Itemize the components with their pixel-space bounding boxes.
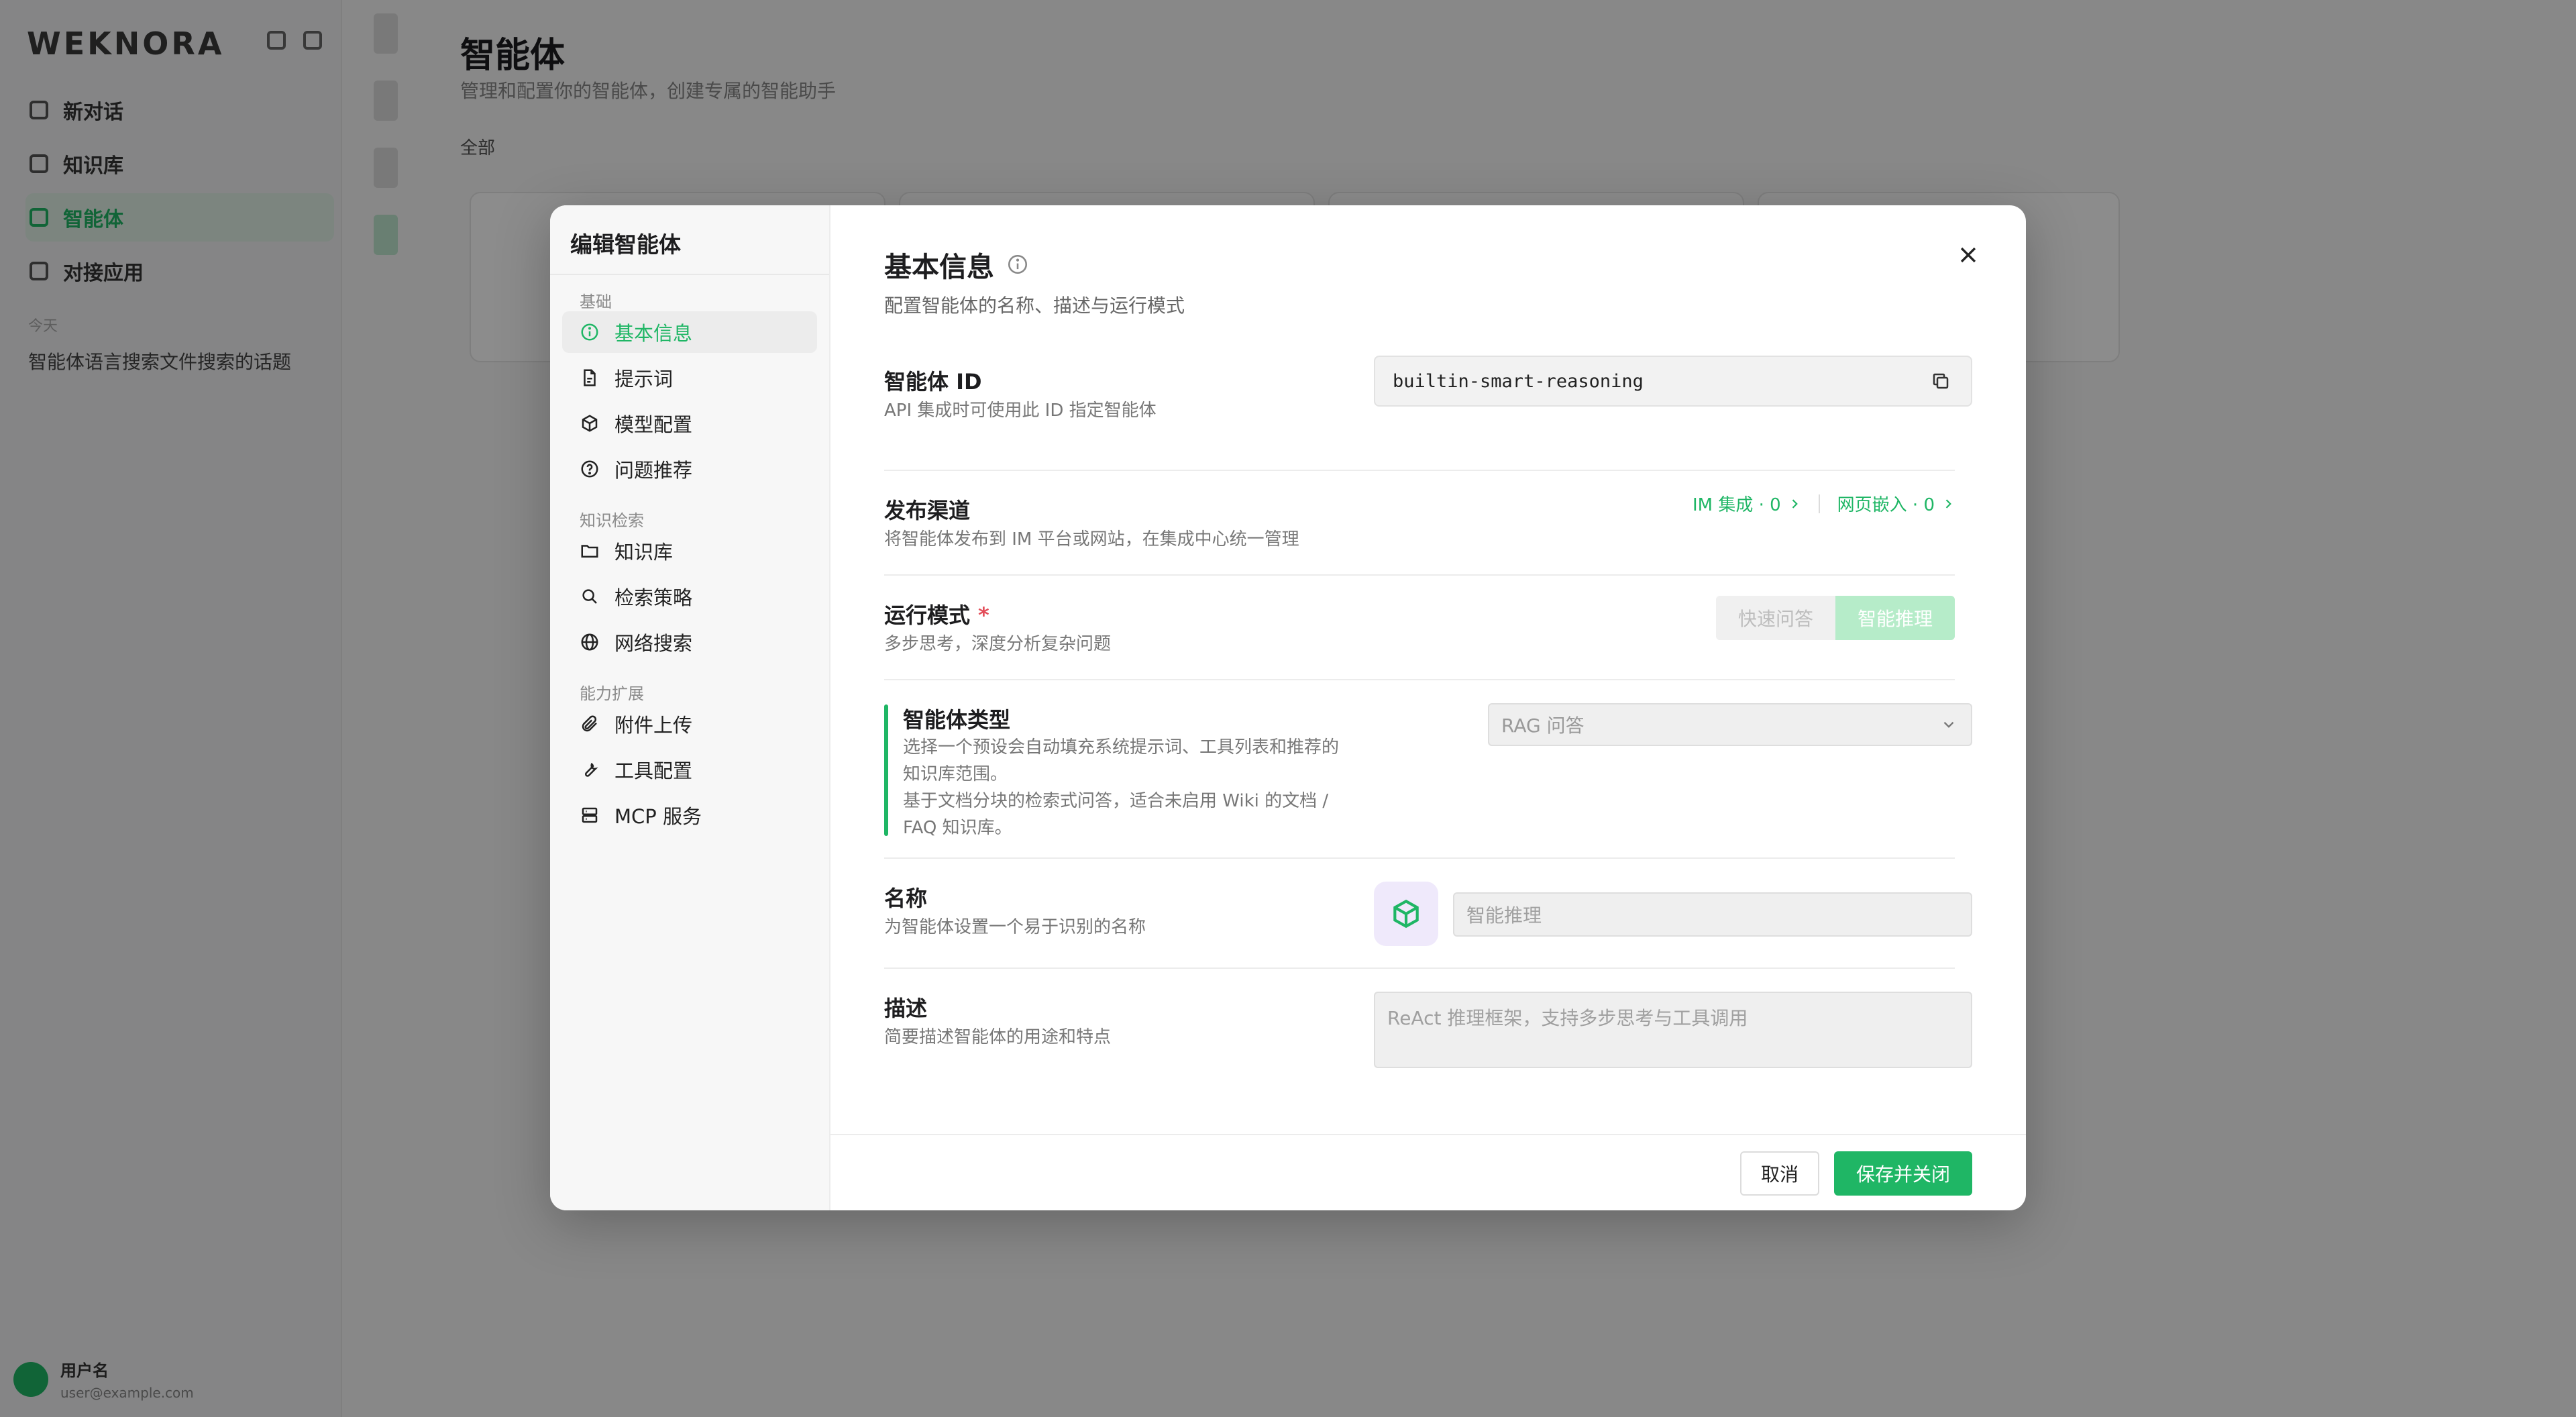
nav-item-label: 工具配置 <box>614 759 693 782</box>
mode-toggle: 快速问答 智能推理 <box>1716 596 1955 640</box>
chevron-right-icon <box>1945 498 1951 509</box>
nav-item-label: 网络搜索 <box>614 632 693 655</box>
mode-desc: 多步思考，深度分析复杂问题 <box>884 634 1112 654</box>
nav-item-label: MCP 服务 <box>614 805 702 828</box>
chevron-right-icon <box>1792 498 1798 509</box>
im-integration-link[interactable]: IM 集成 · 0 <box>1693 491 1801 516</box>
mode-option-reasoning[interactable]: 智能推理 <box>1835 596 1955 640</box>
wrench-icon <box>584 762 598 777</box>
mode-option-quick[interactable]: 快速问答 <box>1716 596 1835 640</box>
mode-label: 运行模式 <box>884 602 971 628</box>
channels-row: 发布渠道 将智能体发布到 IM 平台或网站，在集成中心统一管理 IM 集成 · … <box>884 471 1955 576</box>
modal-footer: 取消 保存并关闭 <box>830 1134 2026 1210</box>
close-button[interactable] <box>1948 235 1988 275</box>
agent-type-desc: 选择一个预设会自动填充系统提示词、工具列表和推荐的 知识库范围。 基于文档分块的… <box>903 737 1340 838</box>
description-desc: 简要描述智能体的用途和特点 <box>884 1027 1112 1047</box>
nav-item-prompt[interactable]: 提示词 <box>562 357 817 399</box>
info-icon <box>581 323 598 341</box>
description-row: 描述 简要描述智能体的用途和特点 ReAct 推理框架，支持多步思考与工具调用 <box>884 969 1972 1096</box>
name-row: 名称 为智能体设置一个易于识别的名称 智能推理 <box>884 859 1972 969</box>
nav-item-suggestions[interactable]: 问题推荐 <box>562 448 817 490</box>
nav-item-label: 提示词 <box>614 368 674 390</box>
agent-type-row: 智能体类型 选择一个预设会自动填充系统提示词、工具列表和推荐的 知识库范围。 基… <box>884 680 1972 859</box>
chevron-down-icon <box>1943 721 1954 728</box>
modal-sidebar: 编辑智能体 基础 基本信息 提示词 模型配置 问题推荐 知识检索 知识库 检索策… <box>550 205 830 1210</box>
nav-item-knowledge-base[interactable]: 知识库 <box>562 530 817 572</box>
nav-item-retrieval-strategy[interactable]: 检索策略 <box>562 576 817 617</box>
section-subtitle: 配置智能体的名称、描述与运行模式 <box>884 295 1185 317</box>
paperclip-icon <box>582 715 597 732</box>
description-textarea[interactable]: ReAct 推理框架，支持多步思考与工具调用 <box>1374 992 1972 1068</box>
cancel-button[interactable]: 取消 <box>1740 1151 1819 1196</box>
info-icon[interactable] <box>1006 253 1029 276</box>
document-icon <box>584 369 596 386</box>
nav-item-attachments[interactable]: 附件上传 <box>562 703 817 745</box>
name-label: 名称 <box>884 886 928 911</box>
nav-item-mcp[interactable]: MCP 服务 <box>562 794 817 836</box>
group-label-extensions: 能力扩展 <box>580 684 644 703</box>
name-desc: 为智能体设置一个易于识别的名称 <box>884 917 1146 937</box>
group-label-basic: 基础 <box>580 293 612 311</box>
agent-type-selected: RAG 问答 <box>1501 715 1585 737</box>
group-label-retrieval: 知识检索 <box>580 511 644 530</box>
nav-item-label: 检索策略 <box>614 586 693 609</box>
agent-id-row: 智能体 ID API 集成时可使用此 ID 指定智能体 builtin-smar… <box>884 356 1972 471</box>
agent-avatar-picker[interactable] <box>1374 882 1438 946</box>
agent-id-desc: API 集成时可使用此 ID 指定智能体 <box>884 401 1157 421</box>
nav-item-label: 基本信息 <box>614 322 693 345</box>
agent-id-field: builtin-smart-reasoning <box>1374 356 1972 407</box>
channels-desc: 将智能体发布到 IM 平台或网站，在集成中心统一管理 <box>884 529 1299 549</box>
name-input[interactable]: 智能推理 <box>1453 892 1972 937</box>
save-and-close-button[interactable]: 保存并关闭 <box>1834 1151 1972 1196</box>
agent-type-select[interactable]: RAG 问答 <box>1488 703 1972 746</box>
copy-icon[interactable] <box>1931 371 1951 391</box>
description-label: 描述 <box>884 996 928 1021</box>
close-icon <box>1960 247 1976 263</box>
mode-row: 运行模式 * 多步思考，深度分析复杂问题 快速问答 智能推理 <box>884 576 1955 680</box>
required-mark: * <box>978 602 989 628</box>
agent-id-value: builtin-smart-reasoning <box>1393 370 1644 392</box>
nav-item-tools[interactable]: 工具配置 <box>562 749 817 790</box>
divider <box>1818 494 1820 513</box>
server-icon <box>582 807 598 823</box>
channels-label: 发布渠道 <box>884 498 971 523</box>
question-icon <box>581 460 598 478</box>
nav-item-basic-info[interactable]: 基本信息 <box>562 311 817 353</box>
nav-item-model-config[interactable]: 模型配置 <box>562 403 817 444</box>
web-embed-link[interactable]: 网页嵌入 · 0 <box>1837 491 1955 516</box>
nav-item-web-search[interactable]: 网络搜索 <box>562 621 817 663</box>
nav-item-label: 知识库 <box>614 541 674 564</box>
globe-icon <box>581 633 598 651</box>
search-icon <box>582 589 597 604</box>
agent-type-label: 智能体类型 <box>903 707 1011 733</box>
folder-icon <box>581 545 598 558</box>
nav-item-label: 问题推荐 <box>614 459 693 482</box>
nav-item-label: 附件上传 <box>614 714 693 737</box>
modal-title: 编辑智能体 <box>550 205 829 275</box>
modal-content-pane: 基本信息 配置智能体的名称、描述与运行模式 智能体 ID API 集成时可使用此… <box>830 205 2026 1210</box>
section-title: 基本信息 <box>884 251 994 283</box>
cube-icon <box>582 415 598 432</box>
nav-item-label: 模型配置 <box>614 413 693 436</box>
cube-icon <box>1393 899 1419 929</box>
agent-id-label: 智能体 ID <box>884 369 982 395</box>
accent-bar <box>884 704 888 836</box>
edit-agent-modal: 编辑智能体 基础 基本信息 提示词 模型配置 问题推荐 知识检索 知识库 检索策… <box>550 205 2026 1210</box>
